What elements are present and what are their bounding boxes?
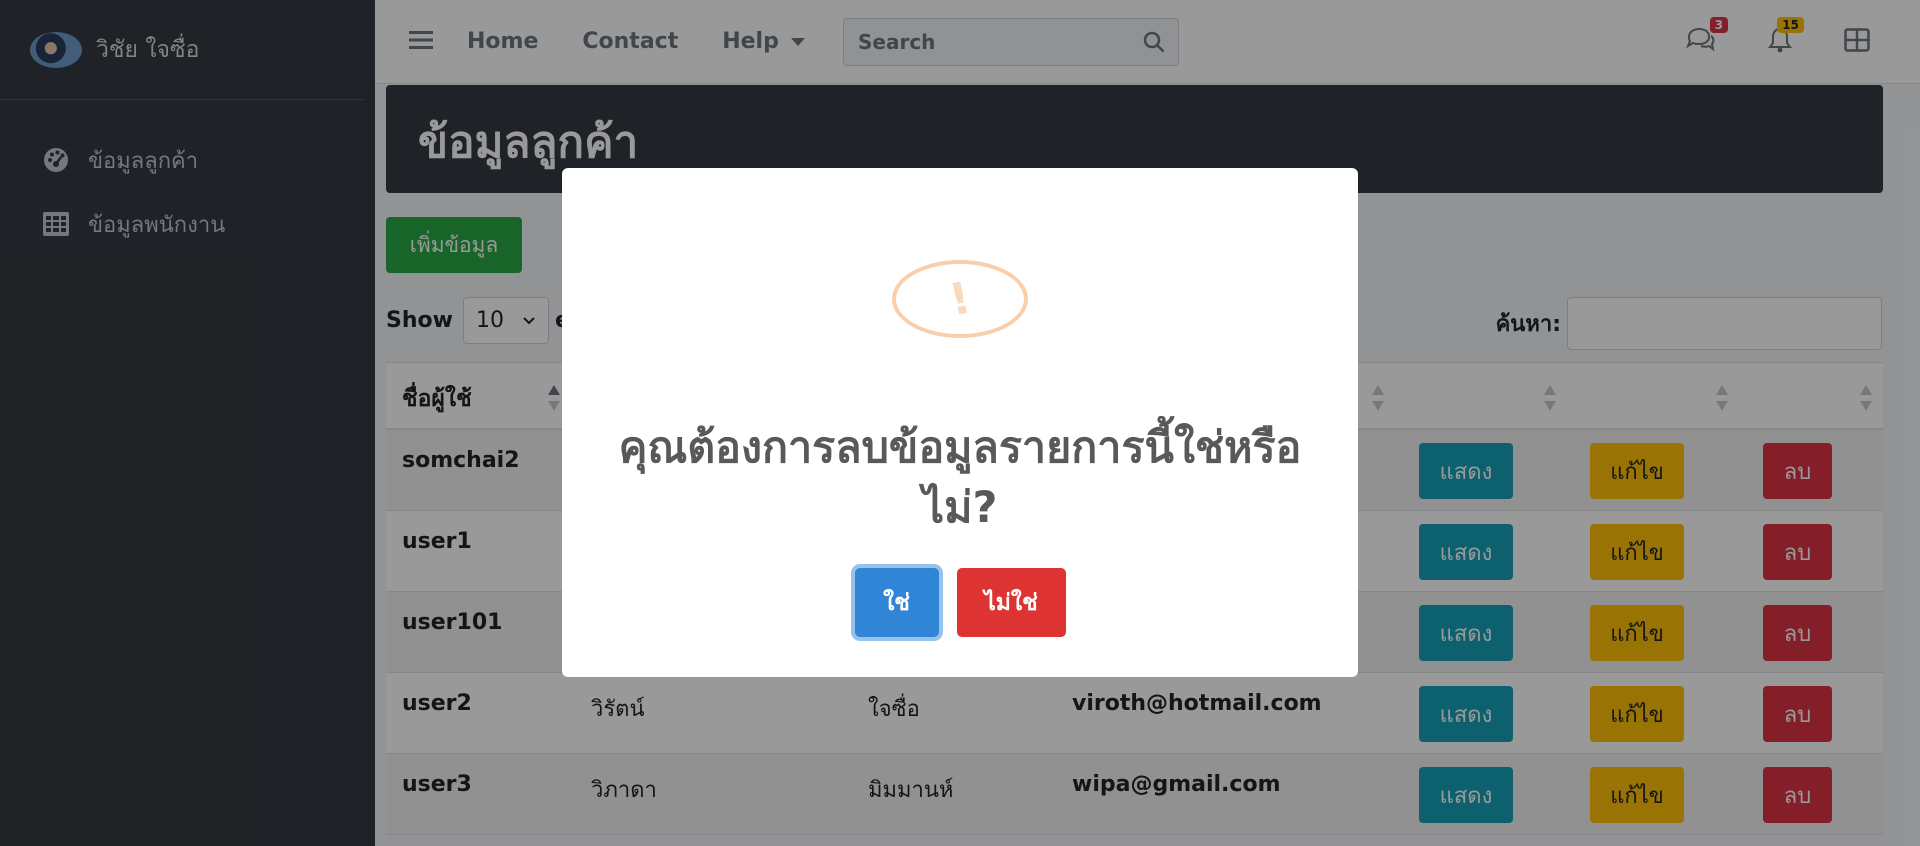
- dialog-actions: ใช่ ไม่ใช่: [562, 568, 1358, 637]
- dialog-title: คุณต้องการลบข้อมูลรายการนี้ใช่หรือไม่?: [618, 423, 1302, 533]
- warning-icon: !: [892, 260, 1028, 338]
- cancel-button[interactable]: ไม่ใช่: [956, 568, 1066, 637]
- confirm-delete-dialog: ! คุณต้องการลบข้อมูลรายการนี้ใช่หรือไม่?…: [562, 168, 1358, 677]
- confirm-button[interactable]: ใช่: [854, 568, 939, 637]
